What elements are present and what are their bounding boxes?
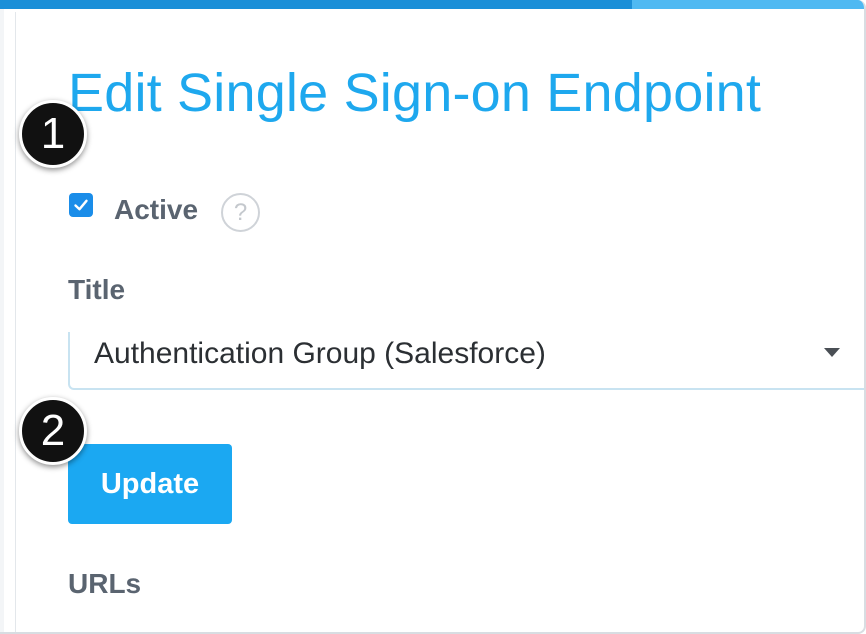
screenshot-crop-mask [16,310,864,332]
step-marker-2: 2 [19,397,87,465]
page-title: Edit Single Sign-on Endpoint [68,63,762,123]
update-button[interactable]: Update [68,444,232,524]
active-checkbox[interactable] [69,193,93,217]
urls-heading: URLs [68,568,142,599]
chevron-down-icon [824,348,840,357]
active-label: Active [114,194,199,225]
title-select-value: Authentication Group (Salesforce) [94,337,546,370]
checkmark-icon [74,199,88,211]
edit-endpoint-panel: Edit Single Sign-on Endpoint Active ? Ti… [0,0,866,634]
step-marker-1: 1 [19,100,87,168]
progress-bar [0,0,864,9]
question-circle-icon[interactable]: ? [221,193,260,232]
left-edge [0,0,4,632]
title-label: Title [68,274,126,305]
progress-bar-fill [0,0,633,9]
title-select[interactable]: Authentication Group (Salesforce) [68,332,864,390]
